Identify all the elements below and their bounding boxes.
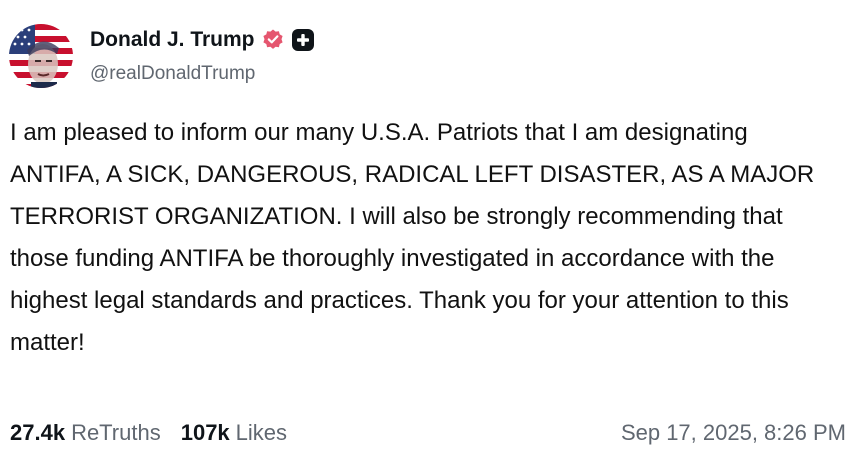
truth-post: Donald J. Trump @realDonaldTrump I am pl…: [0, 0, 864, 459]
author-handle[interactable]: @realDonaldTrump: [90, 63, 255, 85]
likes-count: 107k: [180, 420, 230, 445]
author-display-name[interactable]: Donald J. Trump: [90, 28, 255, 52]
post-timestamp[interactable]: Sep 17, 2025, 8:26 PM: [621, 420, 846, 446]
verified-badge-icon: [261, 28, 285, 52]
retruths-count: 27.4k: [10, 420, 66, 445]
plus-icon: [291, 28, 315, 52]
retruths-label: ReTruths: [71, 420, 161, 445]
author-name-row: Donald J. Trump: [90, 28, 315, 52]
post-text: I am pleased to inform our many U.S.A. P…: [10, 119, 815, 356]
retruths-stat[interactable]: 27.4k ReTruths: [10, 420, 161, 446]
likes-label: Likes: [235, 420, 288, 445]
likes-stat[interactable]: 107k Likes: [181, 420, 287, 446]
post-stats: 27.4k ReTruths 107k Likes: [10, 420, 307, 446]
avatar[interactable]: [9, 24, 73, 88]
avatar-image: [9, 24, 73, 88]
